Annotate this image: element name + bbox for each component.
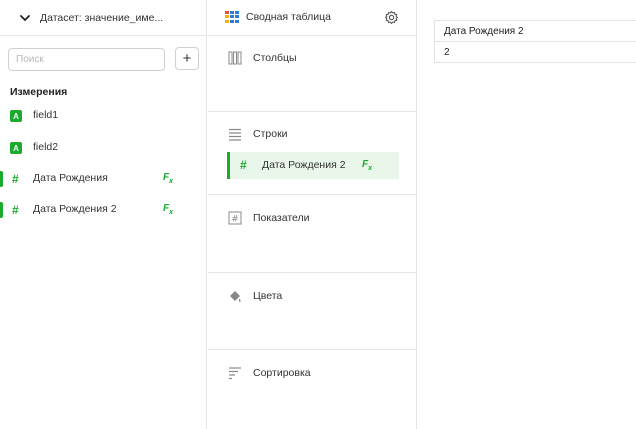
section-label: Показатели xyxy=(253,212,310,224)
visualization-selector[interactable]: Сводная таблица xyxy=(208,0,417,36)
dataset-title: Датасет: значение_име... xyxy=(40,11,164,24)
preview-table: Дата Рождения 2 2 xyxy=(434,20,636,63)
section-label: Цвета xyxy=(253,290,283,302)
number-type-icon: # xyxy=(240,158,247,172)
field-label: Дата Рождения xyxy=(33,172,108,184)
field-item-birth-date[interactable]: # Дата Рождения Fx xyxy=(0,168,206,190)
dataset-selector[interactable]: Датасет: значение_име... xyxy=(0,0,207,36)
sort-icon xyxy=(229,367,241,380)
column-header[interactable]: Дата Рождения 2 xyxy=(434,20,636,42)
measures-icon: # xyxy=(228,211,242,225)
field-item-field1[interactable]: A field1 xyxy=(0,105,206,127)
columns-icon xyxy=(228,51,242,65)
table-row: 2 xyxy=(434,41,636,63)
field-label: Дата Рождения 2 xyxy=(33,203,117,215)
dataset-panel: Датасет: значение_име... + Измерения A f… xyxy=(0,0,207,429)
section-label: Сортировка xyxy=(253,367,311,379)
field-item-field2[interactable]: A field2 xyxy=(0,137,206,159)
section-colors[interactable]: Цвета xyxy=(208,273,417,350)
search-input[interactable] xyxy=(8,47,165,71)
rows-field-birth-date-2[interactable]: # Дата Рождения 2 Fx xyxy=(227,152,399,179)
gear-icon[interactable] xyxy=(384,10,399,25)
section-label: Строки xyxy=(253,128,288,140)
plus-icon: + xyxy=(182,50,192,67)
string-type-icon: A xyxy=(10,110,22,122)
number-type-icon: # xyxy=(12,203,19,217)
search-row: + xyxy=(8,47,200,71)
dimensions-title: Измерения xyxy=(10,86,68,98)
table-cell: 2 xyxy=(434,41,636,63)
section-sort[interactable]: Сортировка xyxy=(208,350,417,429)
field-label: field2 xyxy=(33,141,59,153)
pivot-table-icon xyxy=(225,11,239,23)
measure-marker xyxy=(0,202,3,218)
add-field-button[interactable]: + xyxy=(175,47,199,70)
chevron-down-icon xyxy=(20,14,30,21)
formula-icon: Fx xyxy=(163,172,174,185)
visualization-title: Сводная таблица xyxy=(246,11,331,23)
number-type-icon: # xyxy=(12,172,19,186)
section-label: Столбцы xyxy=(253,52,297,64)
field-item-birth-date-2[interactable]: # Дата Рождения 2 Fx xyxy=(0,199,206,221)
preview-table-wrapper: Дата Рождения 2 2 xyxy=(434,20,636,63)
formula-icon: Fx xyxy=(362,159,373,172)
wizard-panel: Сводная таблица Столбцы Строки # Дата Ро… xyxy=(208,0,417,429)
table-header-row: Дата Рождения 2 xyxy=(434,20,636,42)
string-type-icon: A xyxy=(10,142,22,154)
section-columns[interactable]: Столбцы xyxy=(208,36,417,112)
field-label: field1 xyxy=(33,109,59,121)
paint-bucket-icon xyxy=(230,291,241,302)
rows-icon xyxy=(229,128,241,141)
svg-text:#: # xyxy=(231,215,239,225)
formula-icon: Fx xyxy=(163,203,174,216)
measure-marker xyxy=(0,171,3,187)
section-measures[interactable]: # Показатели xyxy=(208,195,417,273)
placed-field-label: Дата Рождения 2 xyxy=(262,159,346,171)
